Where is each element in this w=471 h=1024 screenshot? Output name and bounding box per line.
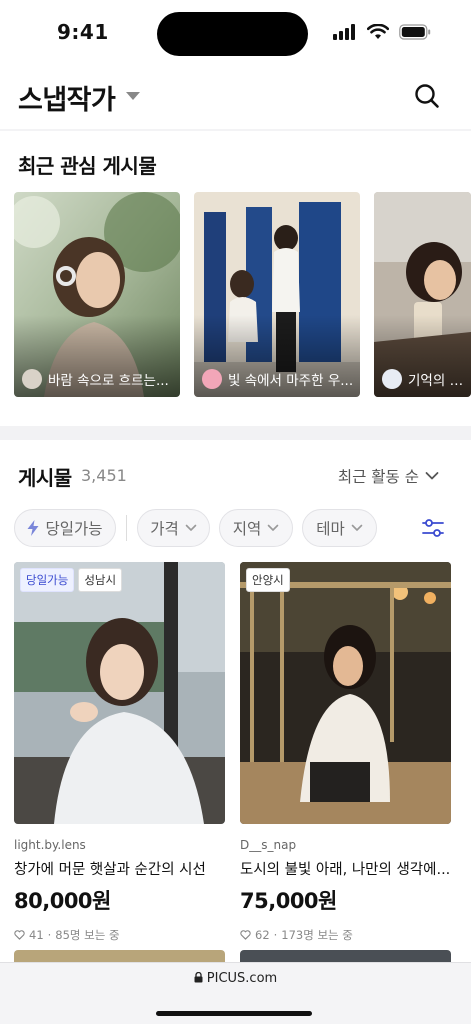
app-header: 스냅작가 (0, 70, 471, 130)
post-price: 75,000원 (240, 889, 337, 913)
recent-card-photo (194, 192, 360, 397)
sliders-icon[interactable] (421, 516, 445, 540)
status-bar: 9:41 (0, 0, 471, 64)
battery-icon (399, 24, 431, 40)
dynamic-island (157, 12, 308, 56)
viewer-count: 173명 보는 중 (281, 928, 353, 942)
chip-region[interactable]: 지역 (219, 509, 293, 547)
recent-card-photo (374, 192, 471, 397)
url-bar[interactable]: PICUS.com (0, 971, 471, 986)
author-avatar (202, 369, 222, 389)
heart-icon (240, 930, 251, 940)
post-price: 80,000원 (14, 889, 111, 913)
badge-region: 안양시 (246, 568, 290, 592)
posts-count: 3,451 (81, 466, 127, 485)
recent-section-title: 최근 관심 게시물 (18, 154, 157, 178)
like-count: 41 (29, 928, 44, 942)
posts-title: 게시물 (18, 466, 72, 490)
recent-card[interactable]: 빛 속에서 마주한 우... (194, 192, 360, 397)
post-photo: 안양시 (240, 562, 451, 824)
chip-price[interactable]: 가격 (137, 509, 210, 547)
url-text: PICUS.com (206, 971, 278, 986)
post-card[interactable]: 안양시 D__s_nap 도시의 불빛 아래, 나만의 생각에... 75,00… (240, 562, 451, 943)
author-avatar (22, 369, 42, 389)
recent-card-caption: 기억의 물결 (382, 369, 465, 389)
like-count: 62 (255, 928, 270, 942)
post-title[interactable]: 창가에 머문 햇살과 순간의 시선 (14, 858, 225, 879)
badge-region: 성남시 (78, 568, 123, 592)
status-icons (333, 24, 431, 40)
post-title[interactable]: 도시의 불빛 아래, 나만의 생각에... (240, 858, 451, 879)
post-meta: 41 · 85명 보는 중 (14, 927, 225, 943)
sort-label: 최근 활동 순 (337, 468, 419, 486)
chip-theme-label: 테마 (316, 520, 345, 538)
caret-down-icon[interactable] (126, 92, 140, 100)
post-author[interactable]: light.by.lens (14, 838, 225, 852)
heart-icon (14, 930, 25, 940)
post-author[interactable]: D__s_nap (240, 838, 451, 852)
header-divider (0, 129, 471, 131)
status-time: 9:41 (57, 20, 109, 44)
wifi-icon (367, 24, 389, 39)
chip-region-label: 지역 (232, 520, 262, 538)
recent-card-title: 바람 속으로 흐르는... (48, 373, 169, 389)
chevron-down-icon (267, 524, 279, 531)
lightning-icon (27, 520, 39, 536)
recent-card[interactable]: 바람 속으로 흐르는... (14, 192, 180, 397)
app-title-dropdown[interactable]: 스냅작가 (18, 78, 116, 117)
cellular-signal-icon (333, 24, 355, 40)
viewer-count: 85명 보는 중 (55, 928, 120, 942)
recent-card-caption: 빛 속에서 마주한 우... (202, 369, 354, 389)
recent-card-title: 기억의 물결 (408, 373, 465, 389)
chevron-down-icon (351, 524, 363, 531)
chip-divider (126, 515, 127, 541)
author-avatar (382, 369, 402, 389)
section-separator (0, 426, 471, 440)
badge-instant: 당일가능 (20, 568, 75, 592)
chevron-down-icon (185, 524, 197, 531)
meta-separator: · (47, 928, 52, 942)
post-meta: 62 · 173명 보는 중 (240, 927, 451, 943)
recent-card-title: 빛 속에서 마주한 우... (228, 373, 354, 389)
sort-dropdown[interactable]: 최근 활동 순 (338, 465, 439, 487)
chip-instant[interactable]: 당일가능 (14, 509, 116, 547)
recent-card-caption: 바람 속으로 흐르는... (22, 369, 174, 389)
home-indicator[interactable] (156, 1011, 312, 1016)
recent-card-photo (14, 192, 180, 397)
chevron-down-icon (425, 472, 439, 480)
chip-instant-label: 당일가능 (45, 520, 103, 538)
chip-price-label: 가격 (150, 520, 179, 538)
badge-group: 당일가능 성남시 (20, 568, 123, 592)
post-card[interactable]: 당일가능 성남시 light.by.lens 창가에 머문 햇살과 순간의 시선… (14, 562, 225, 943)
post-photo: 당일가능 성남시 (14, 562, 225, 824)
recent-card[interactable]: 기억의 물결 (374, 192, 471, 397)
meta-separator: · (273, 928, 278, 942)
lock-icon (194, 971, 203, 983)
chip-theme[interactable]: 테마 (302, 509, 377, 547)
browser-bar: PICUS.com (0, 962, 471, 1024)
search-icon[interactable] (413, 82, 441, 110)
badge-group: 안양시 (246, 568, 290, 592)
